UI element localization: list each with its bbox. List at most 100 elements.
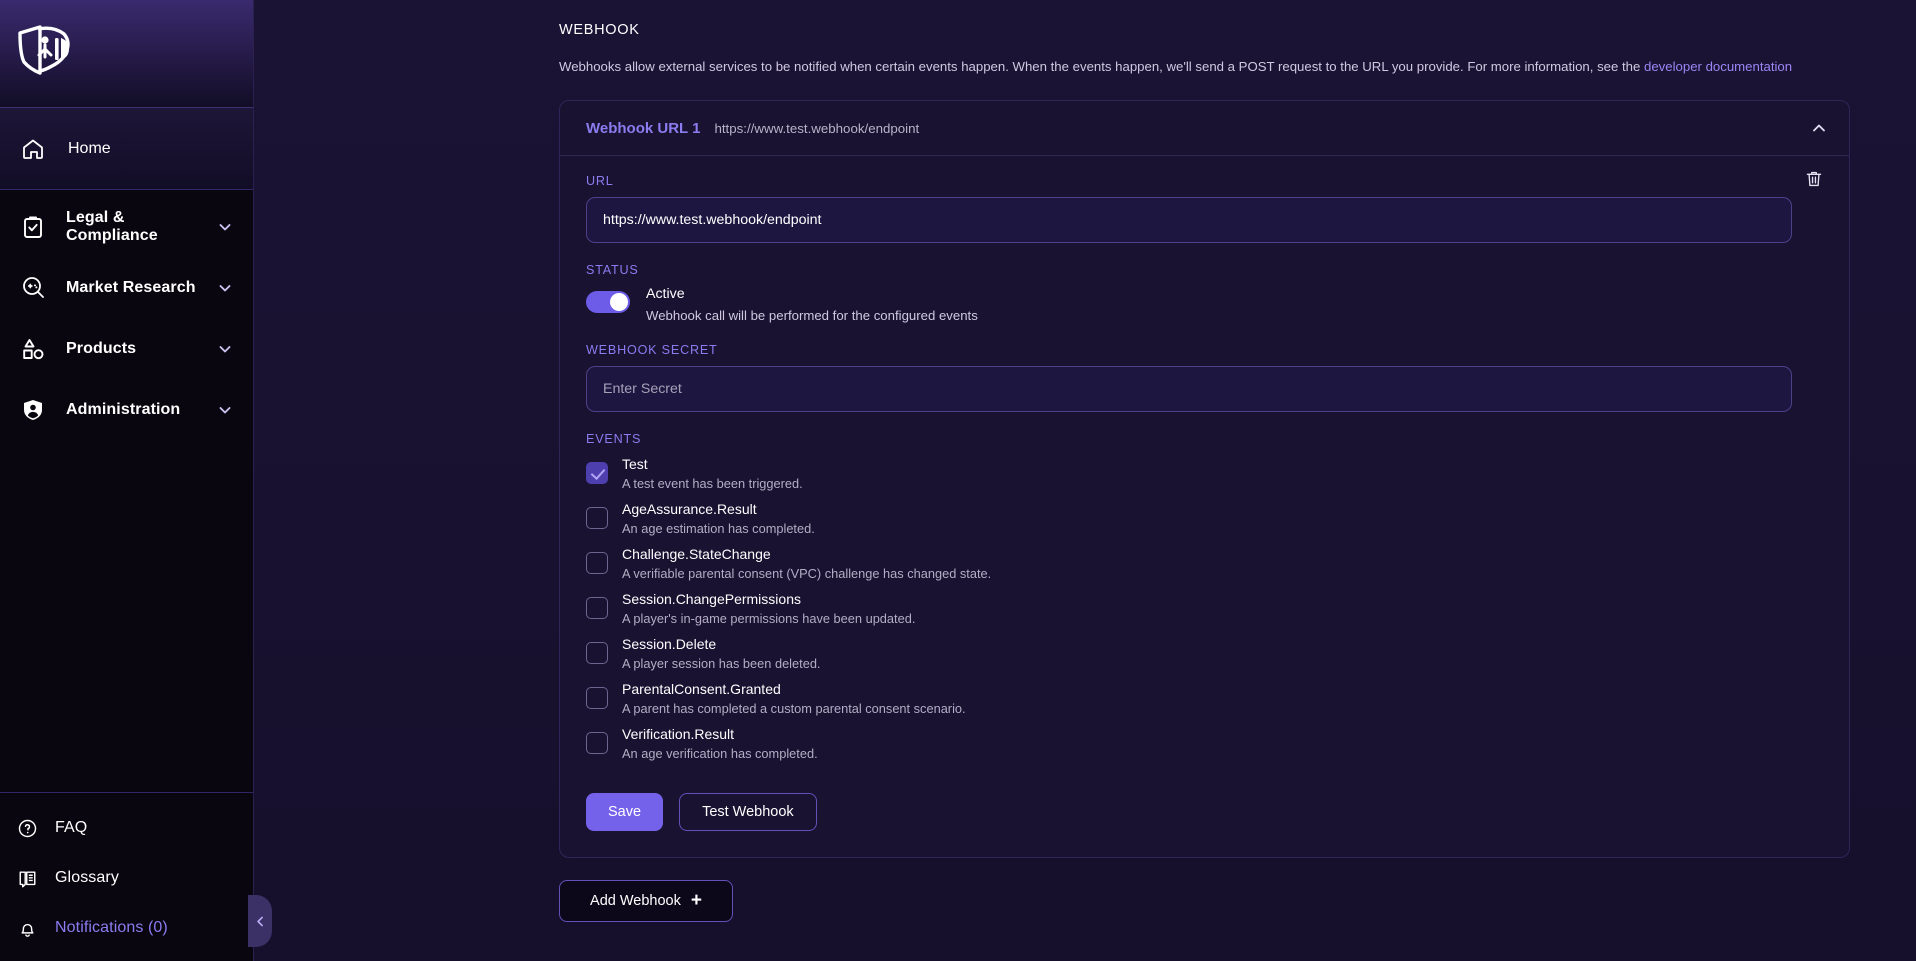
question-circle-icon: [16, 817, 38, 839]
page-title: WEBHOOK: [559, 22, 640, 38]
sidebar-nav-group: Legal & Compliance Market Research Produ…: [0, 190, 253, 440]
event-description: A verifiable parental consent (VPC) chal…: [622, 565, 992, 581]
secret-label: WEBHOOK SECRET: [586, 342, 718, 357]
webhook-card-header[interactable]: Webhook URL 1 https://www.test.webhook/e…: [560, 101, 1849, 155]
events-list: Test A test event has been triggered. Ag…: [586, 456, 1823, 771]
event-texts: Session.ChangePermissions A player's in-…: [622, 591, 915, 626]
event-checkbox[interactable]: [586, 596, 608, 619]
event-checkbox[interactable]: [586, 551, 608, 574]
test-webhook-button[interactable]: Test Webhook: [679, 792, 817, 831]
sidebar-item-label: Notifications (0): [55, 919, 168, 936]
event-texts: Verification.Result An age verification …: [622, 726, 818, 761]
event-checkbox[interactable]: [586, 731, 608, 754]
home-icon: [20, 136, 46, 162]
chevron-down-icon[interactable]: [217, 402, 233, 418]
shield-user-icon: [20, 397, 46, 423]
sidebar-item-label: Products: [66, 339, 137, 357]
add-webhook-button[interactable]: Add Webhook +: [559, 879, 733, 922]
event-checkbox[interactable]: [586, 686, 608, 709]
sidebar-item-label: Legal & Compliance: [66, 208, 158, 244]
sidebar-item-label: Glossary: [55, 869, 119, 886]
event-row[interactable]: Verification.Result An age verification …: [586, 726, 1823, 771]
status-row: Active Webhook call will be performed fo…: [586, 286, 1823, 323]
events-label: EVENTS: [586, 431, 642, 446]
event-name: Session.ChangePermissions: [622, 590, 801, 607]
webhook-panel-wrap: Webhook URL 1 https://www.test.webhook/e…: [266, 100, 1890, 922]
event-description: An age verification has completed.: [622, 745, 818, 761]
main-content: WEBHOOK Webhooks allow external services…: [254, 0, 1916, 961]
url-field-block: URL: [586, 174, 1823, 244]
event-texts: ParentalConsent.Granted A parent has com…: [622, 681, 966, 716]
book-icon: [16, 867, 38, 889]
page-description-text: Webhooks allow external services to be n…: [559, 59, 1644, 74]
event-name: ParentalConsent.Granted: [622, 680, 781, 697]
webhook-card: Webhook URL 1 https://www.test.webhook/e…: [559, 100, 1850, 858]
event-checkbox[interactable]: [586, 461, 608, 484]
secret-field-block: WEBHOOK SECRET: [586, 343, 1823, 412]
url-input[interactable]: [586, 197, 1792, 244]
event-row[interactable]: Test A test event has been triggered.: [586, 456, 1823, 501]
event-description: A player's in-game permissions have been…: [622, 610, 916, 626]
sidebar-item-products[interactable]: Products: [0, 318, 253, 379]
sidebar-item-faq[interactable]: FAQ: [0, 803, 253, 853]
secret-input[interactable]: [586, 365, 1792, 412]
event-texts: AgeAssurance.Result An age estimation ha…: [622, 501, 815, 536]
event-row[interactable]: Session.ChangePermissions A player's in-…: [586, 591, 1823, 636]
webhook-card-title: Webhook URL 1: [586, 119, 701, 137]
sidebar-item-home[interactable]: Home: [0, 108, 253, 190]
event-checkbox[interactable]: [586, 506, 608, 529]
chevron-down-icon[interactable]: [217, 341, 233, 357]
status-block: STATUS Active Webhook call will be perfo…: [586, 263, 1823, 323]
shapes-icon: [20, 336, 46, 362]
app-root: Home Legal & Compliance Market Research …: [0, 0, 1916, 961]
event-description: An age estimation has completed.: [622, 520, 815, 536]
plus-icon: +: [690, 890, 702, 912]
status-toggle[interactable]: [586, 291, 630, 314]
delete-webhook-button[interactable]: [1801, 166, 1827, 192]
events-block: EVENTS Test A test event has been trigge…: [586, 432, 1823, 771]
event-checkbox[interactable]: [586, 641, 608, 664]
status-state-description: Webhook call will be performed for the c…: [646, 307, 978, 323]
event-description: A parent has completed a custom parental…: [622, 700, 966, 716]
sidebar-item-administration[interactable]: Administration: [0, 379, 253, 440]
card-action-buttons: Save Test Webhook: [586, 792, 1823, 831]
kid-shield-logo[interactable]: [14, 24, 72, 84]
sidebar: Home Legal & Compliance Market Research …: [0, 0, 254, 961]
event-name: Challenge.StateChange: [622, 545, 771, 562]
status-texts: Active Webhook call will be performed fo…: [646, 286, 978, 323]
event-row[interactable]: Challenge.StateChange A verifiable paren…: [586, 546, 1823, 591]
trash-icon: [1806, 172, 1822, 187]
event-texts: Challenge.StateChange A verifiable paren…: [622, 546, 991, 581]
webhook-card-url-preview: https://www.test.webhook/endpoint: [714, 120, 920, 136]
event-texts: Session.Delete A player session has been…: [622, 636, 821, 671]
sidebar-item-label: FAQ: [55, 819, 88, 836]
sidebar-item-label: Market Research: [66, 278, 196, 296]
sidebar-item-glossary[interactable]: Glossary: [0, 853, 253, 903]
event-row[interactable]: AgeAssurance.Result An age estimation ha…: [586, 501, 1823, 546]
event-description: A test event has been triggered.: [622, 475, 803, 491]
toggle-knob: [610, 293, 628, 312]
save-button[interactable]: Save: [586, 792, 664, 831]
sidebar-collapse-handle[interactable]: [248, 895, 272, 947]
event-row[interactable]: ParentalConsent.Granted A parent has com…: [586, 681, 1823, 726]
event-name: AgeAssurance.Result: [622, 500, 757, 517]
sidebar-item-label-home: Home: [68, 139, 111, 157]
status-label: STATUS: [586, 263, 639, 278]
event-name: Session.Delete: [622, 635, 717, 652]
event-name: Test: [622, 455, 648, 472]
chevron-down-icon[interactable]: [217, 219, 233, 235]
event-row[interactable]: Session.Delete A player session has been…: [586, 636, 1823, 681]
add-webhook-label: Add Webhook: [590, 892, 681, 909]
sidebar-item-market-research[interactable]: Market Research: [0, 257, 253, 318]
sidebar-item-label: Administration: [66, 400, 181, 418]
event-name: Verification.Result: [622, 725, 735, 742]
page-description: Webhooks allow external services to be n…: [266, 57, 1890, 76]
developer-documentation-link[interactable]: developer documentation: [1644, 59, 1792, 74]
sidebar-item-notifications[interactable]: Notifications (0): [0, 903, 253, 953]
chevron-down-icon[interactable]: [217, 280, 233, 296]
logo-zone: [0, 0, 253, 108]
status-state-label: Active: [646, 286, 685, 303]
clipboard-check-icon: [20, 214, 46, 240]
sidebar-item-legal-compliance[interactable]: Legal & Compliance: [0, 196, 253, 257]
chevron-up-icon[interactable]: [1809, 118, 1829, 138]
